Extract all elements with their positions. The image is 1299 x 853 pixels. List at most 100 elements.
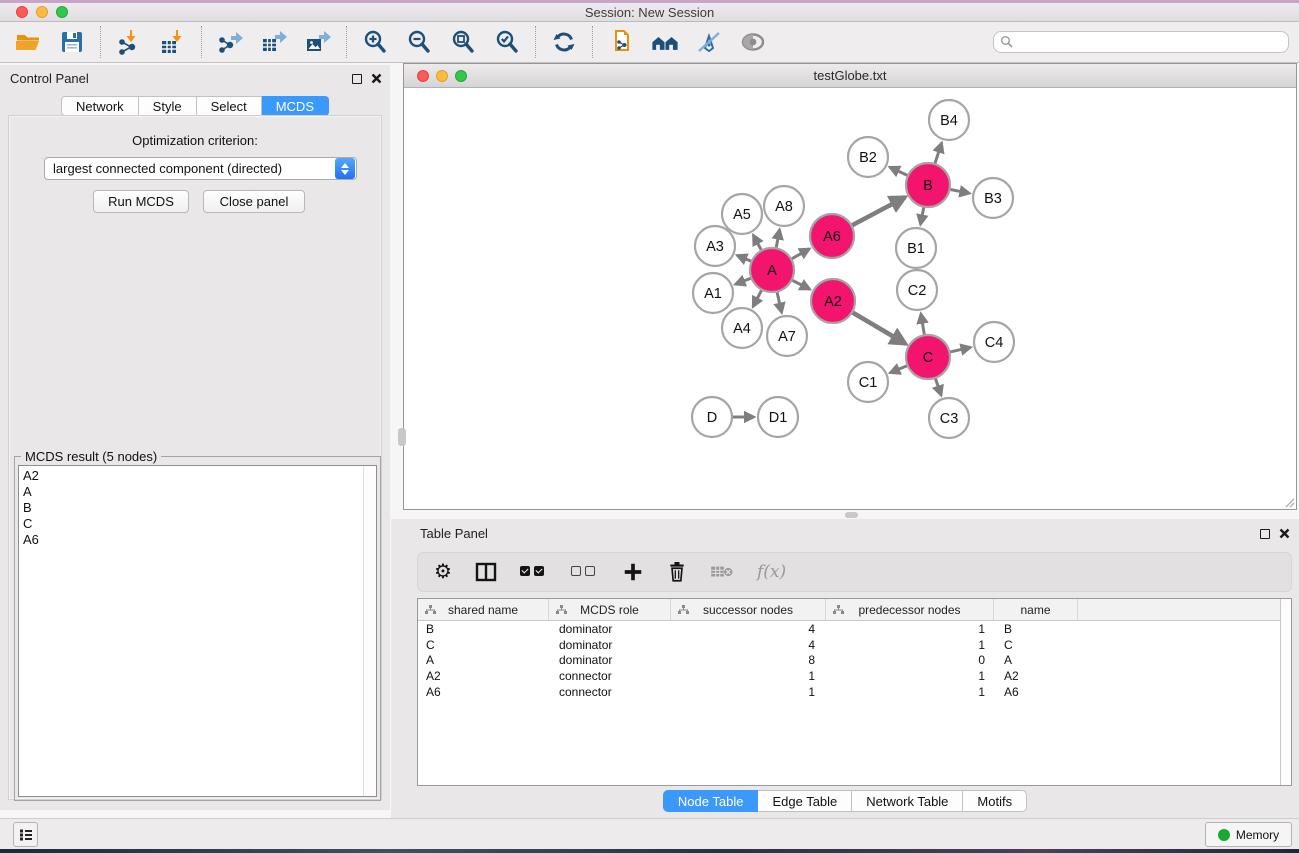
node-label-C4: C4 xyxy=(985,335,1004,351)
import-table-button[interactable] xyxy=(159,28,187,56)
edge-C-C1[interactable] xyxy=(890,365,908,373)
network-canvas[interactable]: B4B2BB3B1A5A8A3A6AA1A4A7A2C2CC4C1C3DD1 xyxy=(404,88,1296,509)
column-settings-icon[interactable]: ⚙ xyxy=(434,562,452,582)
column-header-mcds-role[interactable]: MCDS role xyxy=(549,599,671,620)
memory-label: Memory xyxy=(1236,828,1279,842)
export-image-icon xyxy=(305,29,331,55)
table-panel-title: Table Panel xyxy=(420,526,488,541)
table-tabs: Node Table Edge Table Network Table Moti… xyxy=(391,790,1299,812)
edge-A-A7[interactable] xyxy=(777,290,782,312)
edge-A-A5[interactable] xyxy=(753,235,762,251)
open-session-button[interactable] xyxy=(14,28,42,56)
open-cybrowser-button[interactable] xyxy=(651,28,679,56)
desktop-vertical-scroll-thumb[interactable] xyxy=(398,428,406,446)
edge-C-C3[interactable] xyxy=(935,377,941,395)
zoom-fit-button[interactable] xyxy=(449,28,477,56)
zoom-in-button[interactable] xyxy=(361,28,389,56)
run-mcds-button[interactable]: Run MCDS xyxy=(93,190,189,213)
split-panel-icon[interactable] xyxy=(475,561,497,583)
table-row[interactable]: A6 connector 1 1 A6 xyxy=(418,684,1280,700)
column-header-name[interactable]: name xyxy=(994,599,1078,620)
node-table: shared name MCDS role successor nodes pr… xyxy=(417,598,1292,786)
tab-network-table[interactable]: Network Table xyxy=(852,790,963,812)
edge-B-B2[interactable] xyxy=(890,167,909,176)
application-window: Session: New Session xyxy=(0,0,1299,853)
network-graph[interactable]: B4B2BB3B1A5A8A3A6AA1A4A7A2C2CC4C1C3DD1 xyxy=(404,88,1296,509)
float-table-panel-icon[interactable] xyxy=(1260,529,1270,539)
deselect-all-columns-icon[interactable] xyxy=(571,563,599,581)
desktop-wallpaper-strip xyxy=(0,849,1299,853)
tab-motifs[interactable]: Motifs xyxy=(963,790,1027,812)
table-row[interactable]: B dominator 4 1 B xyxy=(418,621,1280,637)
edge-A-A1[interactable] xyxy=(735,278,752,285)
zoom-out-button[interactable] xyxy=(405,28,433,56)
node-label-A6: A6 xyxy=(823,229,841,245)
tab-style[interactable]: Style xyxy=(139,96,197,116)
table-row[interactable]: A dominator 8 0 A xyxy=(418,652,1280,668)
criterion-dropdown[interactable]: largest connected component (directed) xyxy=(44,157,357,180)
result-list-scrollbar[interactable] xyxy=(363,466,376,796)
zoom-selected-button[interactable] xyxy=(493,28,521,56)
tab-network[interactable]: Network xyxy=(61,96,139,116)
column-header-successor-nodes[interactable]: successor nodes xyxy=(671,599,826,620)
column-type-icon xyxy=(425,605,436,615)
column-header-predecessor-nodes[interactable]: predecessor nodes xyxy=(826,599,994,620)
edge-B-B1[interactable] xyxy=(920,206,924,225)
main-toolbar xyxy=(0,22,1299,63)
edge-C-C4[interactable] xyxy=(948,347,970,352)
close-panel-icon[interactable] xyxy=(371,73,382,84)
edge-C-C2[interactable] xyxy=(921,314,925,337)
float-panel-icon[interactable] xyxy=(352,74,362,84)
app-titlebar[interactable]: Session: New Session xyxy=(0,3,1299,22)
tab-mcds[interactable]: MCDS xyxy=(262,96,329,116)
search-field-wrap xyxy=(993,31,1289,53)
network-window-title: testGlobe.txt xyxy=(404,68,1296,83)
delete-table-icon[interactable] xyxy=(710,563,734,581)
tab-select[interactable]: Select xyxy=(197,96,262,116)
show-task-history-button[interactable] xyxy=(13,822,38,847)
tab-edge-table[interactable]: Edge Table xyxy=(758,790,852,812)
hide-graphics-details-button[interactable] xyxy=(695,28,723,56)
memory-button[interactable]: Memory xyxy=(1205,822,1292,847)
desktop-horizontal-scroll-thumb[interactable] xyxy=(845,512,858,518)
table-scrollbar[interactable] xyxy=(1280,599,1291,785)
mcds-result-list[interactable]: A2 A B C A6 xyxy=(18,465,377,797)
control-panel-title: Control Panel xyxy=(10,71,89,86)
delete-column-icon[interactable] xyxy=(667,561,687,583)
show-hide-panels-button[interactable] xyxy=(739,28,767,56)
edge-A-A8[interactable] xyxy=(776,230,780,250)
edge-A-A4[interactable] xyxy=(753,289,762,307)
column-header-shared-name[interactable]: shared name xyxy=(418,599,549,620)
apply-preferred-layout-button[interactable] xyxy=(550,28,578,56)
edge-A6-B[interactable] xyxy=(851,197,905,226)
table-row[interactable]: A2 connector 1 1 A2 xyxy=(418,668,1280,684)
edge-A-A6[interactable] xyxy=(790,249,809,260)
function-builder-icon[interactable]: f(x) xyxy=(757,562,786,582)
result-item: A2 xyxy=(19,466,376,484)
edge-A-A2[interactable] xyxy=(791,280,810,290)
export-image-button[interactable] xyxy=(304,28,332,56)
column-type-icon xyxy=(678,605,689,615)
clone-network-button[interactable] xyxy=(607,28,635,56)
window-resize-grip[interactable] xyxy=(1283,496,1295,508)
dropdown-stepper-icon[interactable] xyxy=(335,158,355,179)
node-label-C3: C3 xyxy=(940,411,959,427)
close-panel-button[interactable]: Close panel xyxy=(203,190,305,213)
export-table-icon xyxy=(261,29,287,55)
edge-B-B3[interactable] xyxy=(949,189,970,193)
save-session-button[interactable] xyxy=(58,28,86,56)
import-network-button[interactable] xyxy=(115,28,143,56)
edge-A2-C[interactable] xyxy=(851,312,906,344)
export-table-button[interactable] xyxy=(260,28,288,56)
export-network-button[interactable] xyxy=(216,28,244,56)
network-window-titlebar[interactable]: testGlobe.txt xyxy=(404,64,1296,88)
search-input[interactable] xyxy=(993,31,1289,53)
add-column-icon[interactable] xyxy=(622,561,644,583)
table-row[interactable]: C dominator 4 1 C xyxy=(418,637,1280,653)
edge-B-B4[interactable] xyxy=(934,143,941,165)
network-view-window: testGlobe.txt B4B2BB3B1A5A8A3A6AA1A4A7A2… xyxy=(403,63,1297,510)
edge-A-A3[interactable] xyxy=(737,255,753,262)
select-all-columns-icon[interactable] xyxy=(520,563,548,581)
close-table-panel-icon[interactable] xyxy=(1279,528,1290,539)
tab-node-table[interactable]: Node Table xyxy=(663,790,759,812)
